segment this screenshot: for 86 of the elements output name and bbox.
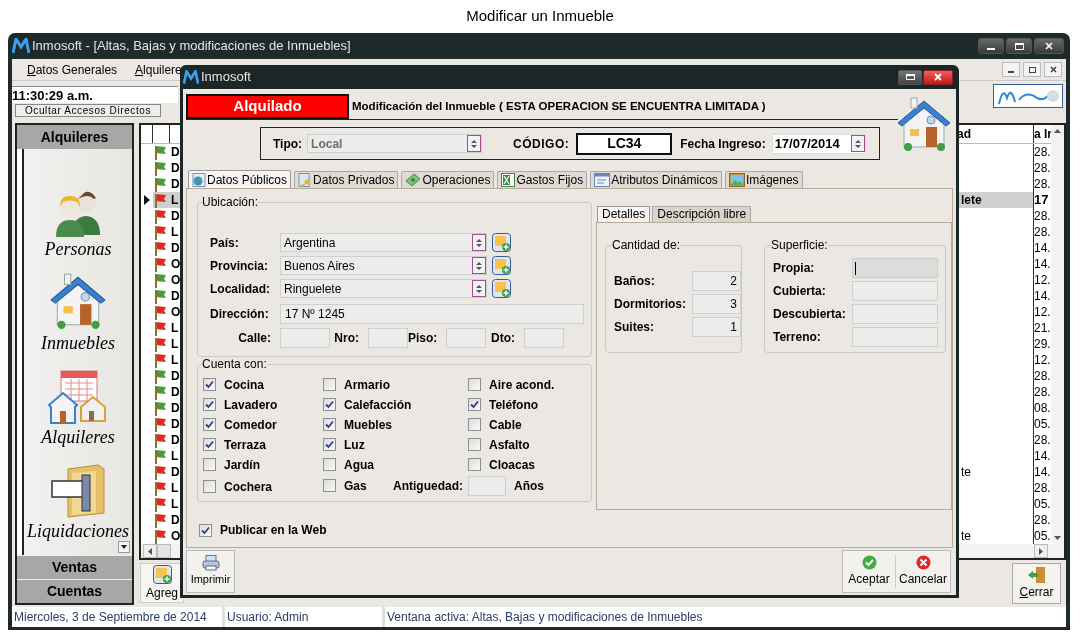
field-label: Dormitorios: [614,296,687,313]
table-cell-text: 28. [1034,384,1051,401]
table-cell-text: L [171,336,180,353]
table-cell-text: 21. [1034,320,1051,337]
field-label: País: [210,234,240,252]
table-cell-text: D [171,240,181,257]
field-label: Terreno: [773,329,822,346]
dialog-title: Inmosoft [201,68,251,87]
dialog-heading: Modificación del Inmueble ( ESTA OPERACION SE ENCUENTRA LIMITADA ) [352,98,766,114]
table-cell-text: D [171,208,181,225]
table-cell-text: D [171,512,181,529]
table-cell-text: 28. [1034,224,1051,241]
field-label: Dirección: [210,306,270,323]
status-badge: Alquilado [186,94,349,119]
status-bar-panel: Usuario: Admin [225,607,382,627]
group-title: Cantidad de: [612,238,681,252]
field-label: Antiguedad: [393,477,464,495]
table-cell-text: D [171,288,181,305]
table-cell-text: 05. [1034,416,1051,433]
table-cell-text: 05. [1034,496,1051,513]
table-cell-text: L [171,496,180,513]
table-cell-text: 29. [1034,336,1051,353]
table-cell-text: L [171,192,180,209]
table-cell-text: L [171,320,180,337]
field-label: Fecha Ingreso: [680,135,766,153]
table-cell-text: O [171,256,182,273]
table-cell-text: 12. [1034,304,1051,321]
table-cell-text: D [171,432,181,449]
table-cell-text: 28. [1034,368,1051,385]
table-cell-text: 28. [1034,176,1051,193]
table-cell-text: 28. [1034,432,1051,449]
unit-label: Años [514,477,544,495]
field-label: Suites: [614,319,655,336]
table-cell-text: L [171,448,180,465]
table-cell-text: O [171,272,182,289]
group-title: Superficie: [771,238,828,252]
group-title: Ubicación: [202,195,259,209]
status-bar-panel: Miercoles, 3 de Septiembre de 2014 [12,607,222,627]
field-label: Provincia: [210,257,270,275]
window-title: Inmosoft - [Altas, Bajas y modificaciones de Inmuebles] [32,37,351,56]
table-cell-text: L [171,352,180,369]
table-cell-text: 28. [1034,480,1051,497]
table-cell-text: D [171,368,181,385]
table-cell-text: D [171,160,181,177]
table-cell-text: 14. [1034,256,1051,273]
table-cell-text: D [171,384,181,401]
field-label: Cubierta: [773,283,827,300]
field-label: Tipo: [273,135,303,153]
table-cell-text: lete [961,192,982,209]
table-cell-text: te [961,528,971,545]
table-cell-text: 12. [1034,272,1051,289]
field-label: Baños: [614,273,656,290]
table-cell-text: O [171,304,182,321]
table-cell-text: 28. [1034,160,1051,177]
status-bar-panel: Ventana activa: Altas, Bajas y modificaciones de Inmuebles [385,607,1066,627]
field-label: Localidad: [210,280,271,298]
clock: 11:30:29 a.m. [12,86,178,103]
table-cell-text: O [171,528,182,545]
table-cell-text: L [171,480,180,497]
table-cell-text: 28. [1034,144,1051,161]
table-cell-text: 12. [1034,352,1051,369]
table-cell-text: D [171,144,181,161]
field-label: Nro: [333,330,360,347]
table-cell-text: 28. [1034,208,1051,225]
table-cell-text: L [171,224,180,241]
field-label: Calle: [237,330,272,347]
table-cell-text: D [171,176,181,193]
table-cell-text: 05. [1034,528,1051,545]
group-title: Cuenta con: [202,357,267,371]
table-cell-text: 14. [1034,240,1051,257]
table-cell-text: 28. [1034,512,1051,529]
field-label: Descubierta: [773,306,847,323]
field-label: CÓDIGO: [513,135,570,153]
field-label: Piso: [408,330,439,347]
table-cell-text: 17 [1034,191,1049,210]
table-cell-text: te [961,464,971,481]
table-cell-text: 08. [1034,400,1051,417]
table-cell-text: D [171,400,181,417]
page-caption: Modificar un Inmueble [466,6,614,27]
table-cell-text: 14. [1034,288,1051,305]
table-cell-text: 14. [1034,448,1051,465]
field-label: Propia: [773,260,816,277]
table-cell-text: D [171,464,181,481]
table-cell-text: 14. [1034,464,1051,481]
field-label: Dto: [490,330,516,347]
table-cell-text: D [171,416,181,433]
